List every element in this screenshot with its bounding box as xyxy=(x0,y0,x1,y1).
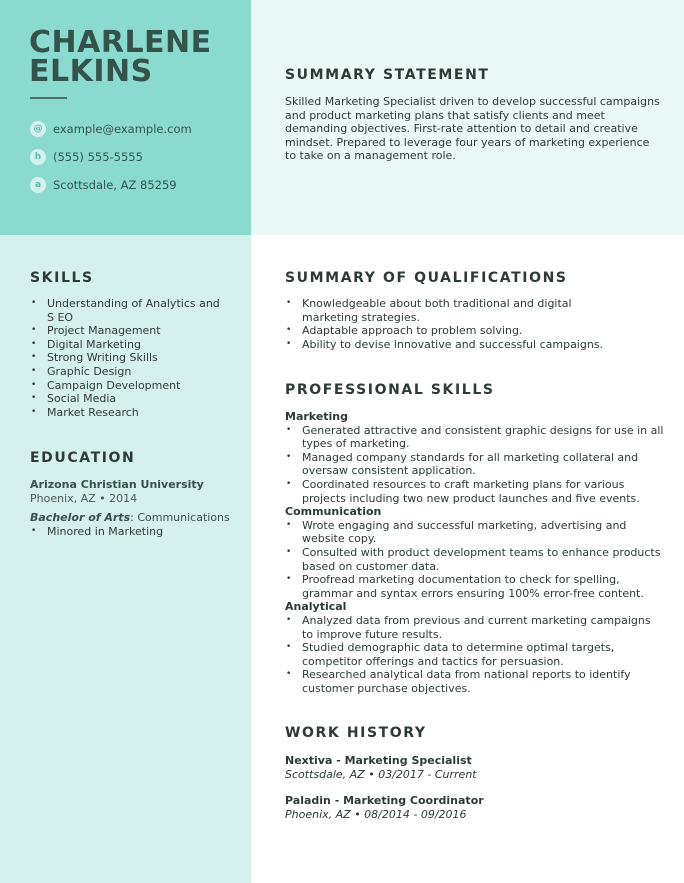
job-title: Nextiva - Marketing Specialist xyxy=(285,754,472,767)
job-meta: Phoenix, AZ • 08/2014 - 09/2016 xyxy=(285,807,467,821)
skill-item: Digital Marketing xyxy=(30,338,220,352)
skill-item: Social Media xyxy=(30,392,220,406)
skill-group-item: Managed company standards for all market… xyxy=(285,451,665,478)
qualification-item: Adaptable approach to problem solving. xyxy=(285,324,630,338)
skill-group-title: Analytical xyxy=(285,600,347,614)
skill-item: Graphic Design xyxy=(30,365,220,379)
address-icon: a xyxy=(30,177,46,193)
skill-item: Project Management xyxy=(30,324,220,338)
job-entry: Nextiva - Marketing Specialist Scottsdal… xyxy=(285,754,477,781)
qualification-item: Knowledgeable about both traditional and… xyxy=(285,297,630,324)
professional-skills-title: PROFESSIONAL SKILLS xyxy=(285,382,495,398)
summary-text: Skilled Marketing Specialist driven to d… xyxy=(285,95,660,163)
skill-group-item: Proofread marketing documentation to che… xyxy=(285,573,665,600)
skill-item: Understanding of Analytics and S EO xyxy=(30,297,220,324)
skills-list: Understanding of Analytics and S EOProje… xyxy=(30,297,220,419)
skill-group-item: Generated attractive and consistent grap… xyxy=(285,424,665,451)
contact-phone: h (555) 555-5555 xyxy=(30,143,192,171)
email-icon: @ xyxy=(30,121,46,137)
education-location: Phoenix, AZ • 2014 xyxy=(30,492,138,505)
education-detail: Minored in Marketing xyxy=(30,525,230,539)
job-meta: Scottsdale, AZ • 03/2017 - Current xyxy=(285,767,477,781)
contact-list: @ example@example.com h (555) 555-5555 a… xyxy=(30,115,192,199)
email-text[interactable]: example@example.com xyxy=(53,122,192,136)
skill-group-list: Generated attractive and consistent grap… xyxy=(285,424,665,506)
education-degree: Bachelor of Arts: Communications xyxy=(30,511,230,524)
job-title: Paladin - Marketing Coordinator xyxy=(285,794,484,807)
skill-group-item: Wrote engaging and successful marketing,… xyxy=(285,519,665,546)
candidate-name: CHARLENE ELKINS xyxy=(29,25,212,89)
skill-group-item: Studied demographic data to determine op… xyxy=(285,641,665,668)
skills-title: SKILLS xyxy=(30,270,94,286)
work-history-title: WORK HISTORY xyxy=(285,725,427,741)
skill-group-item: Consulted with product development teams… xyxy=(285,546,665,573)
phone-text: (555) 555-5555 xyxy=(53,150,143,164)
skill-group-title: Communication xyxy=(285,505,382,519)
summary-title: SUMMARY STATEMENT xyxy=(285,67,490,83)
skill-group-list: Wrote engaging and successful marketing,… xyxy=(285,519,665,601)
skill-item: Campaign Development xyxy=(30,379,220,393)
skill-group-title: Marketing xyxy=(285,410,349,423)
last-name: ELKINS xyxy=(29,54,153,89)
phone-icon: h xyxy=(30,149,46,165)
contact-address: a Scottsdale, AZ 85259 xyxy=(30,171,192,199)
skill-group-item: Researched analytical data from national… xyxy=(285,668,665,695)
professional-skills: MarketingGenerated attractive and consis… xyxy=(285,410,665,695)
skill-item: Market Research xyxy=(30,406,220,420)
name-divider xyxy=(30,97,67,99)
skill-item: Strong Writing Skills xyxy=(30,351,220,365)
first-name: CHARLENE xyxy=(29,25,212,60)
qualifications-list: Knowledgeable about both traditional and… xyxy=(285,297,630,351)
education-details: Minored in Marketing xyxy=(30,525,230,539)
qualifications-title: SUMMARY OF QUALIFICATIONS xyxy=(285,270,568,286)
skill-group-item: Analyzed data from previous and current … xyxy=(285,614,665,641)
job-entry: Paladin - Marketing Coordinator Phoenix,… xyxy=(285,794,484,821)
education-title: EDUCATION xyxy=(30,450,136,466)
degree-name: Bachelor of Arts xyxy=(30,511,131,524)
contact-email: @ example@example.com xyxy=(30,115,192,143)
education-school: Arizona Christian University xyxy=(30,478,204,491)
qualification-item: Ability to devise innovative and success… xyxy=(285,338,630,352)
address-text: Scottsdale, AZ 85259 xyxy=(53,178,177,192)
degree-field: : Communications xyxy=(130,511,230,524)
skill-group-item: Coordinated resources to craft marketing… xyxy=(285,478,665,505)
skill-group-list: Analyzed data from previous and current … xyxy=(285,614,665,696)
